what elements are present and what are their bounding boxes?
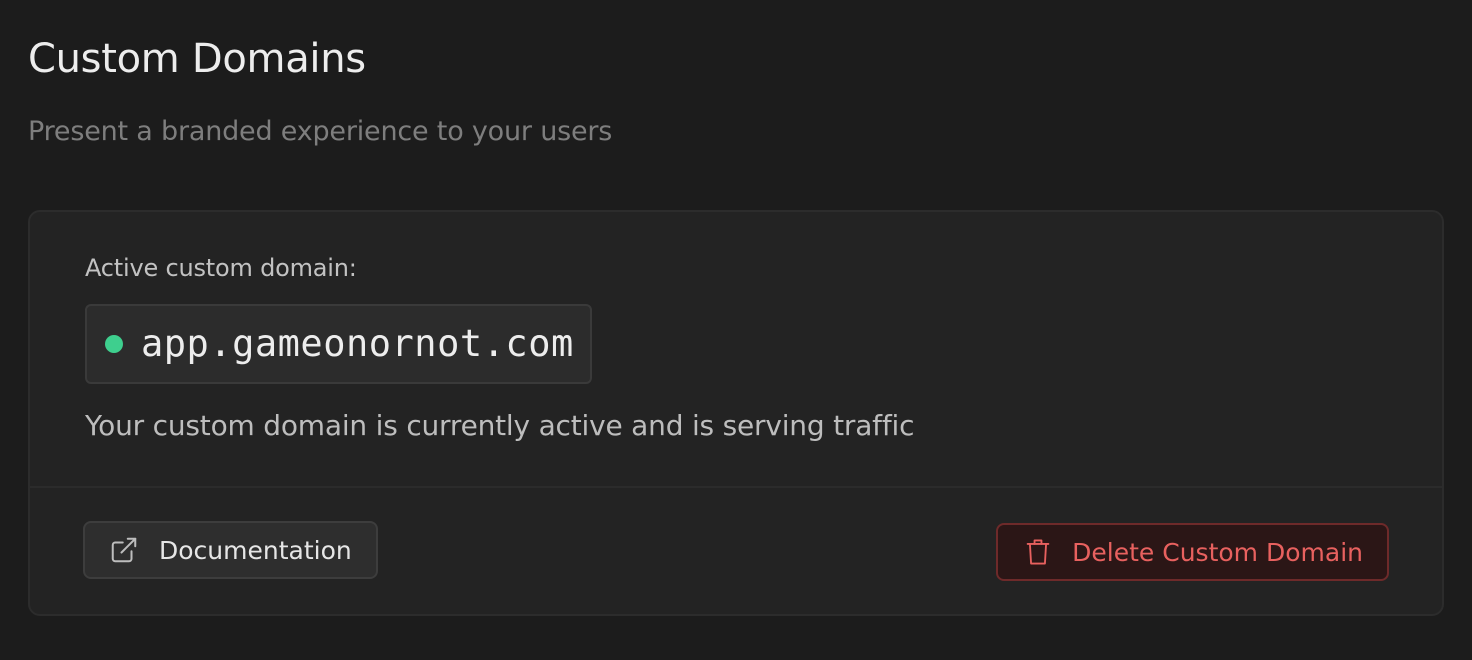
page-title: Custom Domains bbox=[28, 36, 366, 82]
card-footer: Documentation Delete Custom Domain bbox=[30, 488, 1442, 614]
domain-display: app.gameonornot.com bbox=[85, 304, 592, 384]
delete-label: Delete Custom Domain bbox=[1072, 537, 1363, 567]
page-subtitle: Present a branded experience to your use… bbox=[28, 116, 613, 147]
domain-value: app.gameonornot.com bbox=[141, 322, 574, 365]
delete-custom-domain-button[interactable]: Delete Custom Domain bbox=[996, 523, 1389, 581]
documentation-label: Documentation bbox=[159, 535, 352, 565]
domain-status-description: Your custom domain is currently active a… bbox=[85, 409, 915, 442]
external-link-icon bbox=[109, 535, 139, 565]
documentation-button[interactable]: Documentation bbox=[83, 521, 378, 579]
trash-icon bbox=[1024, 537, 1052, 567]
custom-domains-page: Custom Domains Present a branded experie… bbox=[0, 0, 1472, 660]
custom-domain-card: Active custom domain: app.gameonornot.co… bbox=[28, 210, 1444, 616]
active-domain-label: Active custom domain: bbox=[85, 254, 357, 282]
status-dot-icon bbox=[105, 335, 123, 353]
card-body: Active custom domain: app.gameonornot.co… bbox=[30, 212, 1442, 486]
